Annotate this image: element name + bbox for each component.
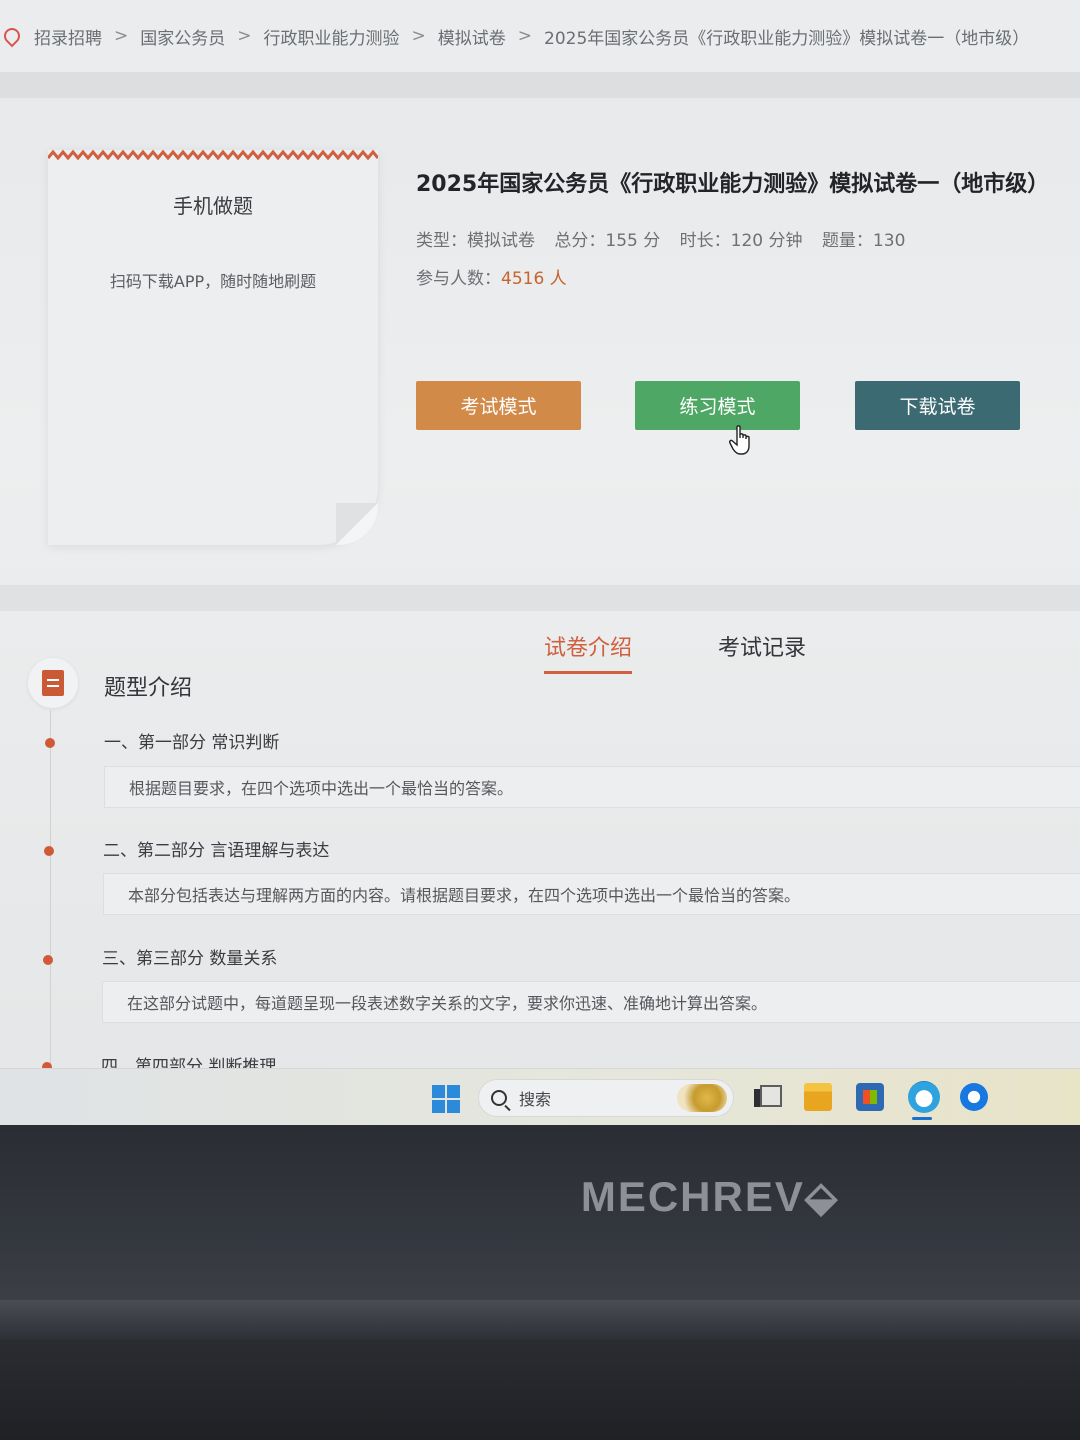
file-explorer-icon[interactable]	[804, 1083, 832, 1111]
mobile-card-subtitle: 扫码下载APP，随时随地刷题	[109, 272, 317, 291]
breadcrumb-link-mock-papers[interactable]: 模拟试卷	[438, 24, 506, 49]
zigzag-border	[48, 149, 378, 160]
timeline-dot	[43, 955, 53, 965]
active-app-indicator	[912, 1117, 932, 1120]
screen: 招录招聘 > 国家公务员 > 行政职业能力测验 > 模拟试卷 > 2025年国家…	[0, 0, 1080, 1125]
exam-title: 2025年国家公务员《行政职业能力测验》模拟试卷一（地市级）	[416, 172, 1050, 197]
part-title: 一、第一部分 常识判断	[104, 733, 280, 753]
laptop-base	[0, 1340, 1080, 1440]
taskbar-search-input[interactable]: 搜索	[478, 1079, 734, 1117]
page-curl	[336, 503, 378, 545]
breadcrumb-current: 2025年国家公务员《行政职业能力测验》模拟试卷一（地市级）	[544, 28, 1030, 49]
search-icon	[491, 1090, 507, 1106]
part-description: 本部分包括表达与理解两方面的内容。请根据题目要求，在四个选项中选出一个最恰当的答…	[103, 873, 1080, 915]
exam-question-count: 题量：130	[821, 231, 906, 251]
exam-score: 总分：155 分	[554, 231, 661, 251]
document-list-icon	[42, 670, 64, 696]
section-icon-badge	[28, 658, 78, 708]
timeline-line	[50, 710, 51, 1080]
part-title: 二、第二部分 言语理解与表达	[103, 841, 330, 861]
part-title: 三、第三部分 数量关系	[102, 949, 278, 969]
breadcrumb-separator: >	[237, 26, 252, 46]
app-icon[interactable]	[960, 1083, 988, 1111]
windows-taskbar: 搜索	[0, 1068, 1080, 1125]
divider-band	[0, 72, 1080, 98]
hand-cursor-icon	[729, 425, 750, 455]
mobile-card-title: 手机做题	[173, 194, 253, 218]
breadcrumb-link-recruitment[interactable]: 招录招聘	[34, 24, 102, 49]
exam-meta: 类型：模拟试卷 总分：155 分 时长：120 分钟 题量：130	[416, 226, 919, 251]
breadcrumb-link-civil-servant[interactable]: 国家公务员	[140, 24, 225, 49]
exam-participants: 参与人数：4516 人	[416, 264, 567, 289]
edge-browser-icon[interactable]	[908, 1081, 940, 1113]
windows-start-icon[interactable]	[432, 1085, 460, 1113]
breadcrumb-separator: >	[517, 26, 532, 46]
search-placeholder: 搜索	[519, 1090, 552, 1109]
timeline-dot	[45, 738, 55, 748]
laptop-brand-logo: MECHREV⬙	[580, 1173, 840, 1220]
task-view-icon[interactable]	[752, 1083, 782, 1111]
participants-label: 参与人数：	[416, 269, 501, 289]
laptop-hinge	[0, 1300, 1080, 1340]
participants-count: 4516 人	[501, 269, 567, 289]
exam-type: 类型：模拟试卷	[416, 231, 535, 251]
mobile-app-card: 手机做题 扫码下载APP，随时随地刷题	[48, 149, 378, 545]
part-description: 根据题目要求，在四个选项中选出一个最恰当的答案。	[104, 766, 1080, 808]
timeline-dot	[44, 846, 54, 856]
tab-exam-record[interactable]: 考试记录	[718, 630, 806, 662]
exam-mode-button[interactable]: 考试模式	[416, 381, 581, 430]
breadcrumb-link-aptitude-test[interactable]: 行政职业能力测验	[264, 24, 400, 49]
divider-band	[0, 585, 1080, 611]
breadcrumb-separator: >	[114, 26, 129, 46]
part-description: 在这部分试题中，每道题呈现一段表述数字关系的文字，要求你迅速、准确地计算出答案。	[102, 981, 1080, 1023]
breadcrumb-separator: >	[411, 26, 426, 46]
location-pin-icon	[0, 24, 24, 48]
store-icon[interactable]	[856, 1083, 884, 1111]
download-paper-button[interactable]: 下载试卷	[855, 381, 1020, 430]
practice-mode-button[interactable]: 练习模式	[635, 381, 800, 430]
tab-paper-intro[interactable]: 试卷介绍	[544, 630, 632, 662]
section-title: 题型介绍	[104, 676, 193, 701]
active-tab-indicator	[544, 671, 632, 674]
search-highlight-image	[677, 1084, 727, 1112]
exam-duration: 时长：120 分钟	[679, 231, 803, 251]
breadcrumb: 招录招聘 > 国家公务员 > 行政职业能力测验 > 模拟试卷 > 2025年国家…	[0, 0, 1080, 72]
